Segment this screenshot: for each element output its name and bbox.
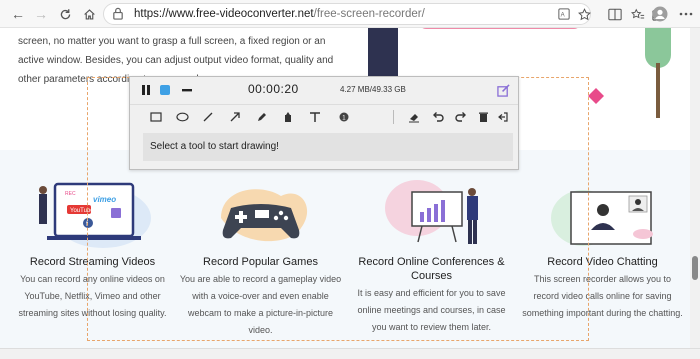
svg-text:REC: REC — [65, 191, 76, 197]
feature-streaming: REC vimeo YouTube f Record Streaming Vid… — [10, 178, 175, 322]
stop-icon[interactable] — [157, 82, 173, 98]
feature-desc: It is easy and efficient for you to save… — [357, 288, 506, 332]
file-size-status: 4.27 MB/49.33 GB — [340, 85, 406, 94]
edit-region-icon[interactable] — [495, 82, 511, 98]
browser-toolbar: ← → https://www.free-videoconverter.net /… — [0, 0, 700, 28]
address-bar[interactable]: https://www.free-videoconverter.net/free… — [103, 3, 591, 25]
lock-icon — [112, 7, 126, 21]
feature-desc: You can record any online videos on YouT… — [18, 274, 167, 318]
feature-games: Record Popular Games You are able to rec… — [178, 178, 343, 339]
line-tool-icon[interactable] — [200, 109, 216, 125]
pause-icon[interactable] — [138, 82, 154, 98]
video-chat-illustration — [550, 190, 653, 246]
pen-tool-icon[interactable] — [254, 109, 270, 125]
highlighter-tool-icon[interactable] — [280, 109, 296, 125]
text-tool-icon[interactable] — [307, 109, 323, 125]
svg-text:f: f — [86, 221, 88, 228]
favorites-icon[interactable] — [628, 4, 648, 24]
url-path: /free-screen-recorder/ — [313, 8, 425, 20]
feature-title: Record Video Chatting — [547, 256, 658, 268]
ellipse-tool-icon[interactable] — [174, 109, 190, 125]
delete-icon[interactable] — [475, 109, 491, 125]
streaming-illustration: REC vimeo YouTube f — [38, 182, 151, 248]
feature-video-chat: Record Video Chatting This screen record… — [520, 178, 685, 322]
horizontal-scrollbar[interactable] — [0, 348, 700, 359]
forward-icon[interactable]: → — [31, 4, 51, 24]
feature-title: Record Popular Games — [203, 256, 318, 268]
minimize-icon[interactable] — [179, 82, 195, 98]
svg-text:YouTube: YouTube — [70, 208, 94, 214]
feature-desc: This screen recorder allows you to recor… — [522, 274, 683, 318]
feature-title: Record Online Conferences & Courses — [358, 256, 505, 282]
home-icon[interactable] — [79, 4, 99, 24]
svg-text:vimeo: vimeo — [93, 195, 116, 204]
feature-desc: You are able to record a gameplay video … — [179, 274, 342, 335]
recording-timer: 00:00:20 — [248, 82, 299, 96]
callout-tool-icon[interactable]: 1 — [336, 109, 352, 125]
favorite-star-icon[interactable] — [574, 4, 594, 24]
read-aloud-icon[interactable]: A — [554, 4, 574, 24]
undo-icon[interactable] — [430, 109, 446, 125]
scrollbar-thumb[interactable] — [692, 256, 698, 280]
refresh-icon[interactable] — [55, 4, 75, 24]
back-icon[interactable]: ← — [8, 4, 28, 24]
gamepad-illustration — [220, 189, 307, 242]
more-menu-icon[interactable] — [676, 4, 696, 24]
arrow-tool-icon[interactable] — [227, 109, 243, 125]
split-screen-icon[interactable] — [605, 4, 625, 24]
eraser-icon[interactable] — [406, 109, 422, 125]
recording-toolbar: 00:00:20 4.27 MB/49.33 GB 1 Select a too… — [129, 76, 519, 170]
feature-conferences: Record Online Conferences & Courses It i… — [349, 178, 514, 336]
svg-text:A: A — [561, 13, 565, 19]
exit-drawing-icon[interactable] — [495, 109, 511, 125]
vertical-scrollbar[interactable] — [690, 28, 700, 348]
feature-title: Record Streaming Videos — [29, 256, 156, 268]
toolbar-divider — [393, 110, 394, 124]
drawing-hint: Select a tool to start drawing! — [143, 133, 513, 161]
url-domain: https://www.free-videoconverter.net — [134, 8, 314, 20]
conference-illustration — [384, 180, 478, 244]
rectangle-tool-icon[interactable] — [148, 109, 164, 125]
redo-icon[interactable] — [453, 109, 469, 125]
profile-avatar-icon[interactable] — [650, 4, 670, 24]
